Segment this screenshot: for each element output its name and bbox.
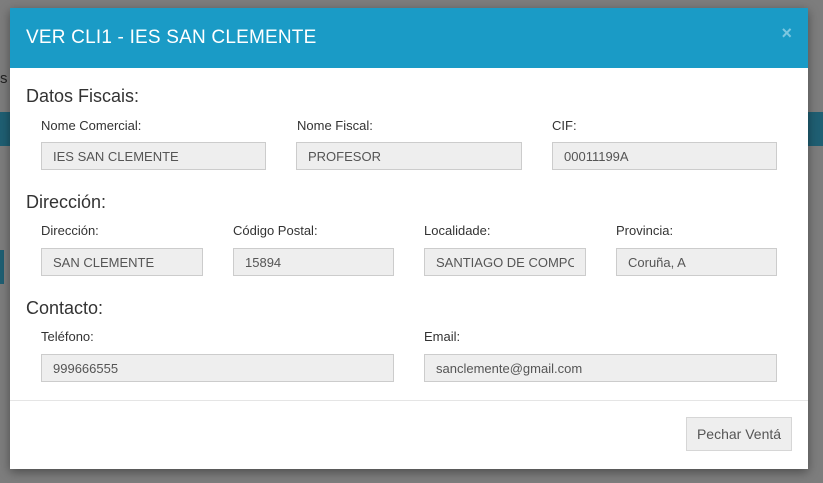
footer-divider <box>10 400 808 401</box>
telefono-label: Teléfono: <box>41 329 94 344</box>
nome-fiscal-label: Nome Fiscal: <box>297 118 373 133</box>
close-window-button[interactable]: Pechar Ventá <box>686 417 792 451</box>
telefono-field[interactable] <box>41 354 394 382</box>
direccion-field[interactable] <box>41 248 203 276</box>
modal-header: VER CLI1 - IES SAN CLEMENTE × <box>10 8 808 68</box>
background-text: s <box>0 70 8 87</box>
nome-fiscal-field[interactable] <box>296 142 522 170</box>
client-detail-modal: VER CLI1 - IES SAN CLEMENTE × Datos Fisc… <box>10 8 808 469</box>
close-icon[interactable]: × <box>781 24 792 42</box>
codigo-postal-label: Código Postal: <box>233 223 318 238</box>
cif-field[interactable] <box>552 142 777 170</box>
section-title-contacto: Contacto: <box>26 298 104 318</box>
section-title-direccion: Dirección: <box>26 192 107 212</box>
direccion-label: Dirección: <box>41 223 99 238</box>
cif-label: CIF: <box>552 118 577 133</box>
provincia-field[interactable] <box>616 248 777 276</box>
email-label: Email: <box>424 329 461 344</box>
localidade-field[interactable] <box>424 248 586 276</box>
modal-title: VER CLI1 - IES SAN CLEMENTE <box>26 27 317 48</box>
codigo-postal-field[interactable] <box>233 248 394 276</box>
nome-comercial-label: Nome Comercial: <box>41 118 142 133</box>
section-title-fiscal: Datos Fiscais: <box>26 86 140 106</box>
email-field[interactable] <box>424 354 777 382</box>
background-accent <box>0 250 4 284</box>
provincia-label: Provincia: <box>616 223 674 238</box>
localidade-label: Localidade: <box>424 223 491 238</box>
nome-comercial-field[interactable] <box>41 142 266 170</box>
